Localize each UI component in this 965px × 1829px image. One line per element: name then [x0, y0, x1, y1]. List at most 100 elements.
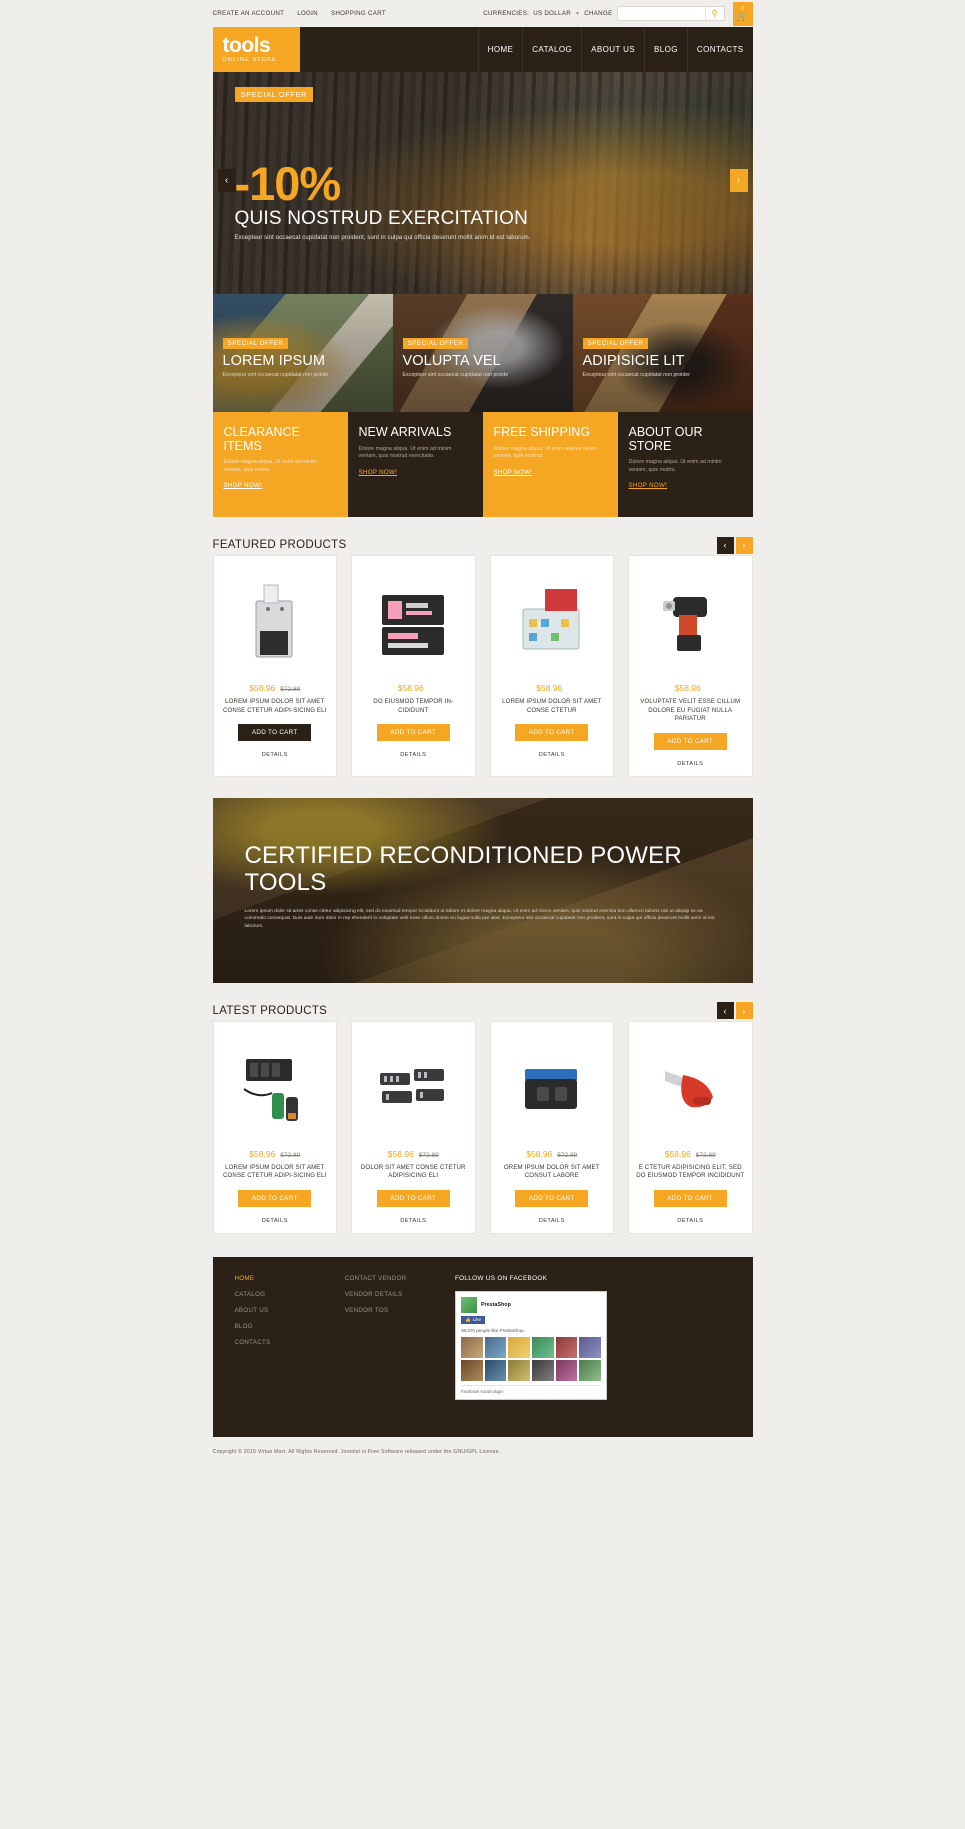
currency-change-link[interactable]: CHANGE — [584, 10, 612, 17]
login-link[interactable]: LOGIN — [297, 10, 318, 17]
wide-promo-banner[interactable]: CERTIFIED RECONDITIONED POWER TOOLS Lore… — [212, 797, 753, 983]
footer-link-contact-vendor[interactable]: CONTACT VENDOR — [345, 1275, 455, 1282]
featured-next-arrow-icon[interactable]: › — [735, 536, 753, 554]
shop-now-link[interactable]: SHOP NOW! — [494, 469, 533, 476]
product-image[interactable] — [636, 1031, 745, 1143]
footer-link-home[interactable]: HOME — [235, 1275, 345, 1282]
product-old-price: $72.89 — [557, 1151, 578, 1159]
footer-column-main-nav: HOME CATALOG ABOUT US BLOG CONTACTS — [235, 1275, 345, 1437]
product-details-link[interactable]: DETAILS — [539, 1218, 565, 1224]
product-image[interactable] — [221, 1031, 330, 1143]
footer-link-contacts[interactable]: CONTACTS — [235, 1339, 345, 1346]
footer-link-vendor-details[interactable]: VENDOR DETAILS — [345, 1291, 455, 1298]
facebook-widget: PrestaShop 👍 Like 38,670 people like Pre… — [454, 1290, 607, 1400]
avatar — [555, 1336, 578, 1358]
add-to-cart-button[interactable]: ADD TO CART — [238, 724, 312, 741]
main-navigation: HOME CATALOG ABOUT US BLOG CONTACTS — [477, 27, 753, 72]
info-title: ABOUT OUR STORE — [628, 425, 703, 453]
add-to-cart-button[interactable]: ADD TO CART — [653, 732, 727, 750]
latest-products-list: $58.96 $72.89 LOREM IPSUM DOLOR SIT AMET… — [212, 1020, 753, 1234]
product-name[interactable]: VOLUPTATE VELIT ESSE CILLUM DOLORE EU FU… — [636, 698, 745, 724]
product-card: $58.96 $72.89 LOREM IPSUM DOLOR SIT AMET… — [212, 555, 337, 777]
latest-next-arrow-icon[interactable]: › — [735, 1002, 753, 1019]
product-name[interactable]: DOLOR SIT AMET CONSE CTETUR ADIPISICING … — [359, 1164, 468, 1181]
currency-value[interactable]: US DOLLAR — [533, 10, 571, 17]
product-image[interactable] — [359, 1031, 468, 1143]
promo-title: LOREM IPSUM — [222, 353, 326, 369]
footer-link-blog[interactable]: BLOG — [235, 1323, 345, 1330]
product-image[interactable] — [498, 565, 607, 677]
add-to-cart-button[interactable]: ADD TO CART — [376, 724, 450, 741]
page-root: CREATE AN ACCOUNT LOGIN SHOPPING CART CU… — [0, 0, 965, 1455]
avatar — [460, 1359, 483, 1381]
product-price-row: $58.96 $72.89 — [665, 1149, 716, 1159]
promo-desc: Excepteur sint occaecat cupidatat non pr… — [402, 372, 509, 378]
promo-banners: SPECIAL OFFER LOREM IPSUM Excepteur sint… — [212, 294, 753, 412]
shop-now-link[interactable]: SHOP NOW! — [629, 482, 668, 489]
footer-link-catalog[interactable]: CATALOG — [235, 1291, 345, 1298]
product-image[interactable] — [221, 565, 330, 677]
product-details-link[interactable]: DETAILS — [262, 752, 288, 758]
logo-main-text: tools — [222, 34, 271, 57]
nav-item-blog[interactable]: BLOG — [644, 27, 687, 72]
latest-section-header: LATEST PRODUCTS ‹ › — [213, 983, 753, 1021]
add-to-cart-button[interactable]: ADD TO CART — [515, 1189, 589, 1207]
page-title: LATEST PRODUCTS — [212, 1004, 328, 1017]
add-to-cart-button[interactable]: ADD TO CART — [515, 724, 589, 741]
logo-sub-text: ONLINE STORE — [222, 57, 277, 63]
product-name[interactable]: E CTETUR ADIPISICING ELIT, SED DO EIUSMO… — [636, 1164, 745, 1181]
hero-slider: SPECIAL OFFER -10% QUIS NOSTRUD EXERCITA… — [212, 72, 753, 294]
product-name[interactable]: LOREM IPSUM DOLOR SIT AMET CONSE CTETUR — [498, 698, 607, 715]
promo-badge: SPECIAL OFFER — [582, 338, 649, 349]
shop-now-link[interactable]: SHOP NOW! — [224, 482, 263, 489]
add-to-cart-button[interactable]: ADD TO CART — [653, 1189, 727, 1207]
product-name[interactable]: DO EIUSMOD TEMPOR IN-CIDIDUNT — [359, 698, 468, 715]
facebook-page-name: PrestaShop — [480, 1301, 511, 1308]
footer-link-vendor-tos[interactable]: VENDOR TOS — [345, 1307, 455, 1314]
site-header: tools ONLINE STORE HOME CATALOG ABOUT US… — [212, 27, 753, 72]
product-image[interactable] — [636, 565, 745, 677]
hero-prev-arrow-icon[interactable]: ‹ — [217, 169, 236, 192]
shop-now-link[interactable]: SHOP NOW! — [359, 469, 398, 476]
product-details-link[interactable]: DETAILS — [677, 1218, 703, 1224]
product-price-row: $58.96 — [398, 683, 429, 693]
product-image[interactable] — [498, 1031, 607, 1143]
product-details-link[interactable]: DETAILS — [677, 761, 703, 767]
footer-link-about-us[interactable]: ABOUT US — [235, 1307, 345, 1314]
product-details-link[interactable]: DETAILS — [400, 752, 426, 758]
product-details-link[interactable]: DETAILS — [262, 1218, 288, 1224]
cart-button[interactable]: 0 🛒 — [732, 1, 753, 26]
logo[interactable]: tools ONLINE STORE — [212, 27, 300, 72]
facebook-like-button[interactable]: 👍 Like — [460, 1315, 486, 1324]
search-icon[interactable]: ⚲ — [704, 7, 724, 20]
featured-prev-arrow-icon[interactable]: ‹ — [716, 536, 734, 554]
product-price: $58.96 — [526, 1148, 553, 1159]
product-name[interactable]: LOREM IPSUM DOLOR SIT AMET CONSE CTETUR … — [221, 1164, 330, 1181]
product-name[interactable]: LOREM IPSUM DOLOR SIT AMET CONSE CTETUR … — [221, 698, 330, 715]
hero-next-arrow-icon[interactable]: › — [729, 169, 748, 192]
promo-banner[interactable]: SPECIAL OFFER ADIPISICIE LIT Excepteur s… — [572, 294, 753, 412]
search-input[interactable] — [617, 7, 705, 20]
create-account-link[interactable]: CREATE AN ACCOUNT — [213, 10, 285, 17]
add-to-cart-button[interactable]: ADD TO CART — [238, 1189, 312, 1207]
product-details-link[interactable]: DETAILS — [539, 752, 565, 758]
promo-banner[interactable]: SPECIAL OFFER VOLUPTA VEL Excepteur sint… — [392, 294, 573, 412]
add-to-cart-button[interactable]: ADD TO CART — [376, 1189, 450, 1207]
product-old-price: $72.89 — [280, 1151, 301, 1159]
avatar — [579, 1359, 601, 1381]
footer-column-facebook: FOLLOW US ON FACEBOOK PrestaShop 👍 Like … — [454, 1275, 731, 1437]
promo-banner[interactable]: SPECIAL OFFER LOREM IPSUM Excepteur sint… — [212, 294, 393, 412]
nav-item-about-us[interactable]: ABOUT US — [581, 27, 644, 72]
latest-prev-arrow-icon[interactable]: ‹ — [716, 1002, 734, 1019]
shopping-cart-link[interactable]: SHOPPING CART — [331, 10, 386, 17]
nav-item-catalog[interactable]: CATALOG — [522, 27, 581, 72]
product-details-link[interactable]: DETAILS — [400, 1218, 426, 1224]
chevron-down-icon[interactable]: ▼ — [575, 11, 580, 17]
nav-item-home[interactable]: HOME — [477, 27, 523, 72]
top-bar-tools: CURRENCIES: US DOLLAR ▼ CHANGE ⚲ 0 🛒 — [483, 1, 753, 26]
product-price-row: $58.96 — [675, 683, 706, 693]
nav-item-contacts[interactable]: CONTACTS — [686, 27, 753, 72]
product-image[interactable] — [359, 565, 468, 677]
product-price: $58.96 — [387, 1148, 414, 1159]
product-name[interactable]: OREM IPSUM DOLOR SIT AMET CONSUT LABORE — [498, 1164, 607, 1181]
